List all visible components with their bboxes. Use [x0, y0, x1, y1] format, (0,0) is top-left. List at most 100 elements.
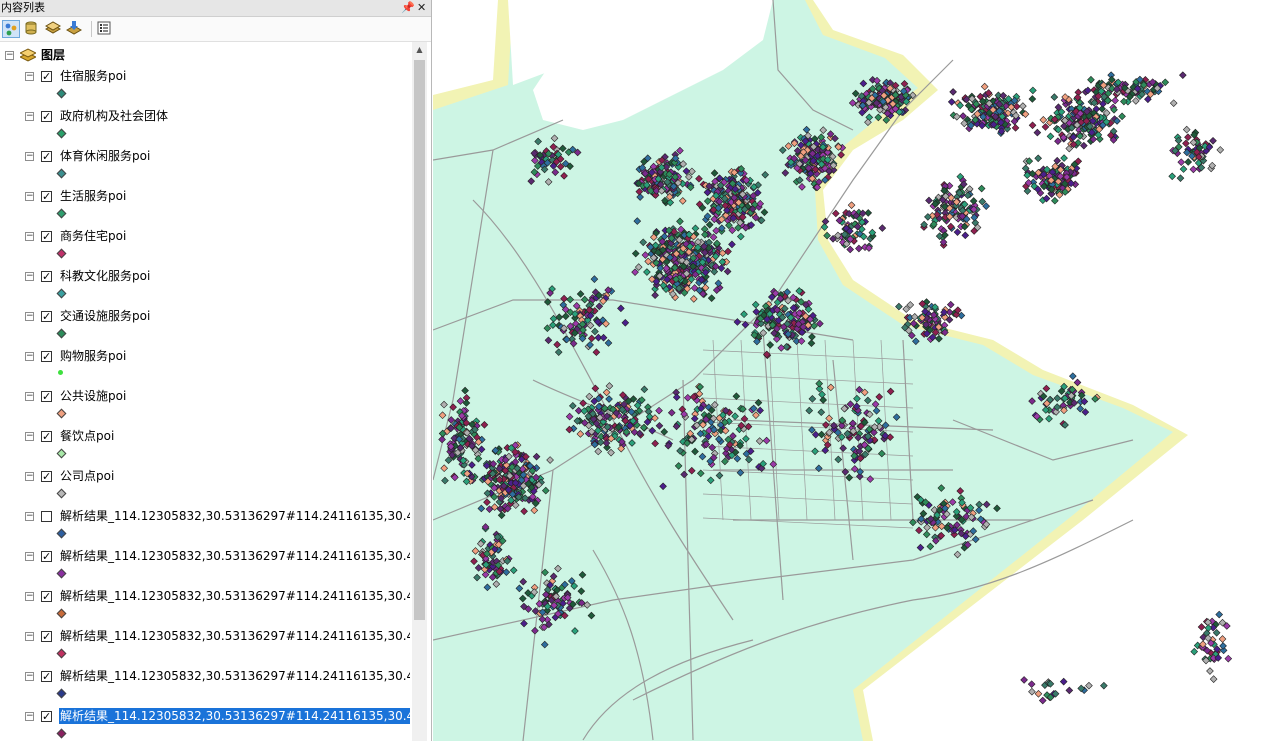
layer-name[interactable]: 解析结果_114.12305832,30.53136297#114.241161…: [60, 668, 410, 684]
layer-expander[interactable]: −: [25, 472, 34, 481]
layer-name[interactable]: 解析结果_114.12305832,30.53136297#114.241161…: [59, 708, 410, 724]
table-of-contents-panel: 内容列表 📌 ✕ − 图层 − ✓ 住宿服务poi − ✓ 政府机构及社会团体 − ✓ 体育休闲…: [0, 0, 432, 741]
layer-visibility-checkbox[interactable]: ✓: [41, 711, 52, 722]
layer-visibility-checkbox[interactable]: ✓: [41, 391, 52, 402]
layer-name[interactable]: 公司点poi: [60, 468, 114, 484]
layer-symbol-icon: [56, 688, 67, 699]
layer-visibility-checkbox[interactable]: ✓: [41, 111, 52, 122]
pin-icon[interactable]: 📌: [401, 0, 415, 15]
layer-tree: − 图层 − ✓ 住宿服务poi − ✓ 政府机构及社会团体 − ✓ 体育休闲服务poi − ✓ 生活…: [0, 42, 410, 741]
layer-symbol-icon: [56, 568, 67, 579]
poi-marker: [1020, 676, 1028, 684]
layer-visibility-checkbox[interactable]: ✓: [41, 471, 52, 482]
layer-name[interactable]: 解析结果_114.12305832,30.53136297#114.241161…: [60, 508, 410, 524]
poi-marker: [1034, 154, 1042, 163]
layer-visibility-checkbox[interactable]: ✓: [41, 631, 52, 642]
layer-expander[interactable]: −: [25, 112, 34, 121]
layer-expander[interactable]: −: [25, 632, 34, 641]
layer-visibility-checkbox[interactable]: ✓: [41, 231, 52, 242]
layer-expander[interactable]: −: [25, 192, 34, 201]
scroll-up-arrow-icon[interactable]: ▲: [412, 42, 427, 57]
poi-marker: [1177, 158, 1186, 166]
poi-marker: [895, 302, 903, 311]
poi-marker: [1029, 86, 1037, 95]
layer-expander[interactable]: −: [25, 312, 34, 321]
poi-marker: [1041, 123, 1050, 131]
layer-expander[interactable]: −: [25, 392, 34, 401]
layer-visibility-checkbox[interactable]: ✓: [41, 311, 52, 322]
map-canvas[interactable]: [433, 0, 1265, 741]
layer-name[interactable]: 公共设施poi: [60, 388, 126, 404]
close-icon[interactable]: ✕: [417, 0, 426, 15]
layer-visibility-checkbox[interactable]: ✓: [41, 671, 52, 682]
poi-marker: [1120, 97, 1128, 106]
toolbar-separator: [91, 21, 92, 37]
layer-expander[interactable]: −: [25, 552, 34, 561]
list-by-visibility-icon[interactable]: [44, 20, 63, 38]
layer-expander[interactable]: −: [25, 152, 34, 161]
poi-marker: [1011, 124, 1020, 132]
layer-expander[interactable]: −: [25, 72, 34, 81]
poi-marker: [1182, 139, 1190, 148]
list-by-source-icon[interactable]: [23, 20, 41, 38]
layer-name[interactable]: 解析结果_114.12305832,30.53136297#114.241161…: [60, 628, 410, 644]
poi-marker: [1184, 158, 1193, 166]
poi-marker: [1216, 146, 1225, 154]
layer-visibility-checkbox[interactable]: ✓: [41, 431, 52, 442]
layer-expander[interactable]: −: [25, 232, 34, 241]
layer-visibility-checkbox[interactable]: ✓: [41, 551, 52, 562]
poi-marker: [947, 98, 956, 106]
layer-symbol-icon: [58, 370, 63, 375]
poi-marker: [1197, 623, 1206, 631]
poi-marker: [1028, 95, 1037, 103]
layers-root-label: 图层: [41, 48, 66, 62]
scrollbar-thumb[interactable]: [414, 60, 425, 620]
layer-expander[interactable]: −: [25, 712, 34, 721]
poi-marker: [925, 196, 933, 205]
layer-expander[interactable]: −: [25, 672, 34, 681]
map-view[interactable]: [433, 0, 1265, 741]
poi-marker: [1028, 687, 1036, 696]
poi-marker: [1028, 121, 1037, 130]
layer-expander[interactable]: −: [25, 512, 34, 521]
poi-marker: [1161, 78, 1170, 87]
layer-expander[interactable]: −: [25, 352, 34, 361]
layer-visibility-checkbox[interactable]: ✓: [41, 71, 52, 82]
poi-marker: [1080, 141, 1088, 150]
layer-expander[interactable]: −: [25, 272, 34, 281]
layer-visibility-checkbox[interactable]: ✓: [41, 191, 52, 202]
layer-name[interactable]: 解析结果_114.12305832,30.53136297#114.241161…: [60, 548, 410, 564]
layer-name[interactable]: 科教文化服务poi: [60, 268, 150, 284]
list-by-drawing-order-icon[interactable]: [2, 20, 20, 38]
poi-marker: [961, 231, 970, 240]
poi-marker: [1206, 667, 1214, 675]
list-by-selection-icon[interactable]: [65, 20, 84, 38]
layer-visibility-checkbox[interactable]: ✓: [41, 351, 52, 362]
layer-name[interactable]: 交通设施服务poi: [60, 308, 150, 324]
poi-marker: [832, 209, 840, 218]
poi-marker: [1111, 96, 1119, 105]
layer-visibility-checkbox[interactable]: [41, 511, 52, 522]
layer-symbol-icon: [56, 128, 67, 139]
layer-visibility-checkbox[interactable]: ✓: [41, 591, 52, 602]
layer-name[interactable]: 体育休闲服务poi: [60, 148, 150, 164]
layer-name[interactable]: 住宿服务poi: [60, 68, 126, 84]
layer-symbol-icon: [56, 168, 67, 179]
toc-vertical-scrollbar[interactable]: ▲: [412, 42, 427, 741]
layer-visibility-checkbox[interactable]: ✓: [41, 271, 52, 282]
layer-visibility-checkbox[interactable]: ✓: [41, 151, 52, 162]
poi-marker: [977, 184, 986, 193]
layer-name[interactable]: 商务住宅poi: [60, 228, 126, 244]
layers-root-expander[interactable]: −: [5, 51, 14, 60]
layer-name[interactable]: 生活服务poi: [60, 188, 126, 204]
poi-marker: [1118, 112, 1126, 121]
layer-name[interactable]: 政府机构及社会团体: [60, 108, 168, 124]
layer-expander[interactable]: −: [25, 592, 34, 601]
layer-name[interactable]: 购物服务poi: [60, 348, 126, 364]
layer-name[interactable]: 解析结果_114.12305832,30.53136297#114.241161…: [60, 588, 410, 604]
layer-expander[interactable]: −: [25, 432, 34, 441]
poi-marker: [1085, 681, 1093, 690]
options-icon[interactable]: [96, 20, 114, 38]
poi-marker: [1219, 642, 1227, 650]
layer-name[interactable]: 餐饮点poi: [60, 428, 114, 444]
